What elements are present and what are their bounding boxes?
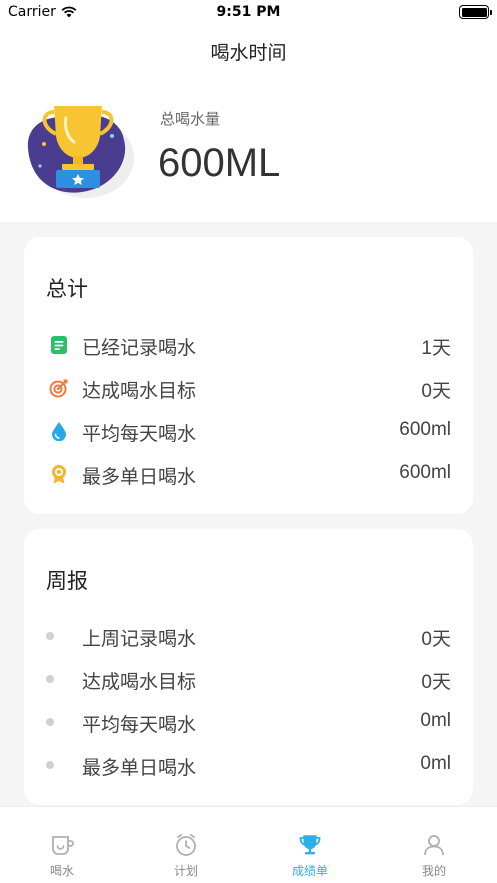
bullet-dot-icon — [46, 675, 54, 683]
row-value: 0ml — [420, 753, 451, 774]
row-value: 600ml — [399, 462, 451, 483]
weekly-row-average: 平均每天喝水 0ml — [24, 707, 473, 737]
tab-label: 我的 — [421, 864, 446, 878]
weekly-card: 周报 上周记录喝水 0天 达成喝水目标 0天 平均每天喝水 0ml 最多单日喝水… — [24, 529, 473, 805]
weekly-row-max: 最多单日喝水 0ml — [24, 750, 473, 780]
tab-drink[interactable]: 喝水 — [0, 807, 124, 883]
header-section: Carrier 9:51 PM 喝水时间 总喝水量 600ML — [0, 0, 497, 222]
row-label: 平均每天喝水 — [82, 714, 197, 736]
row-label: 达成喝水目标 — [82, 671, 197, 693]
record-icon — [51, 336, 67, 354]
total-water-value: 600ML — [158, 141, 281, 185]
bullet-dot-icon — [46, 718, 54, 726]
weekly-row-goal: 达成喝水目标 0天 — [24, 664, 473, 694]
total-card: 总计 已经记录喝水 1天 达成喝水目标 0天 平均每天喝水 600ml 最多单日… — [24, 237, 473, 514]
tab-report[interactable]: 成绩单 — [248, 807, 372, 883]
trophy-icon — [299, 835, 321, 855]
person-icon — [424, 835, 444, 856]
weekly-row-recorded: 上周记录喝水 0天 — [24, 621, 473, 651]
bullet-dot-icon — [46, 632, 54, 640]
row-label: 平均每天喝水 — [82, 423, 197, 445]
tab-label: 喝水 — [49, 864, 74, 878]
battery-icon — [459, 5, 492, 19]
row-value: 0ml — [420, 710, 451, 731]
clock-icon — [176, 834, 196, 856]
tab-label: 成绩单 — [291, 864, 328, 878]
bullet-dot-icon — [46, 761, 54, 769]
total-row-goal: 达成喝水目标 0天 — [24, 373, 473, 403]
status-time: 9:51 PM — [216, 4, 281, 20]
row-label: 上周记录喝水 — [82, 628, 197, 650]
total-row-average: 平均每天喝水 600ml — [24, 416, 473, 446]
medal-icon — [52, 465, 66, 484]
row-label: 已经记录喝水 — [82, 337, 197, 359]
cup-icon — [52, 836, 74, 855]
row-value: 0天 — [421, 672, 451, 693]
total-row-max: 最多单日喝水 600ml — [24, 459, 473, 489]
row-value: 0天 — [421, 381, 451, 402]
trophy-illustration-icon — [27, 106, 134, 198]
status-bar: Carrier 9:51 PM — [0, 0, 497, 26]
tab-mine[interactable]: 我的 — [372, 807, 496, 883]
row-value: 0天 — [421, 629, 451, 650]
row-value: 600ml — [399, 419, 451, 440]
row-label: 最多单日喝水 — [82, 757, 197, 779]
tab-plan[interactable]: 计划 — [124, 807, 248, 883]
total-water-label: 总喝水量 — [160, 110, 221, 128]
page-title: 喝水时间 — [210, 42, 287, 64]
water-drop-icon — [52, 422, 66, 441]
total-card-title: 总计 — [46, 277, 88, 301]
row-label: 达成喝水目标 — [82, 380, 197, 402]
tab-bar: 喝水 计划 成绩单 我的 — [0, 806, 497, 883]
weekly-card-title: 周报 — [46, 569, 88, 593]
total-row-recorded: 已经记录喝水 1天 — [24, 330, 473, 360]
target-icon — [49, 379, 68, 398]
row-label: 最多单日喝水 — [82, 466, 197, 488]
row-value: 1天 — [421, 338, 451, 359]
tab-label: 计划 — [173, 864, 198, 878]
